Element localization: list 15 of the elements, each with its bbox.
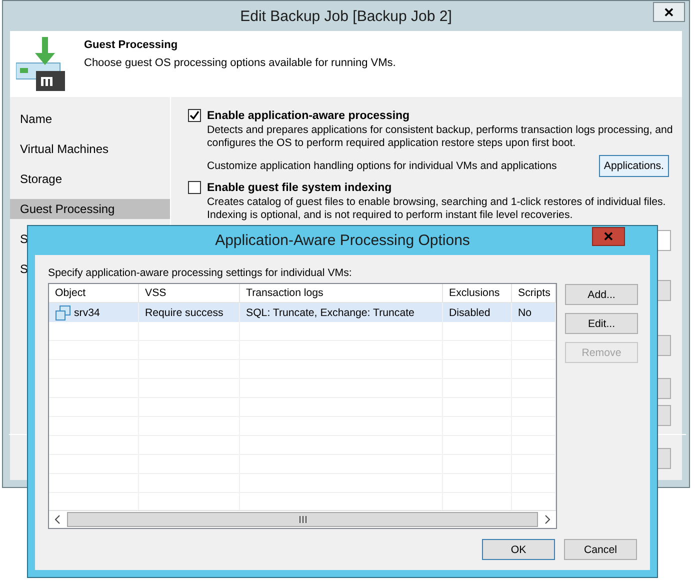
dialog-title: Application-Aware Processing Options (215, 232, 470, 249)
option-description: Detects and prepares applications for consistent backup, performs transaction logs processing, and configures the OS to perform required application restore steps upon first boot. (207, 124, 674, 150)
option-description: Creates catalog of guest files to enable browsing, searching and 1-click restores of individual files. Indexing is optional, and is not required to perform instant file level recoveries. (207, 196, 667, 222)
page-subtitle: Choose guest OS processing options available for running VMs. (84, 57, 396, 69)
option-label: Enable application-aware processing (207, 110, 410, 122)
table-cell: srv34 (49, 303, 139, 322)
table-cell: Require success (139, 303, 240, 322)
instruction-text: Specify application-aware processing settings for individual VMs: (48, 267, 353, 279)
table-cell: Disabled (443, 303, 512, 322)
window-title: Edit Backup Job [Backup Job 2] (240, 8, 452, 24)
page-title: Guest Processing (84, 39, 179, 51)
table-cell: No (512, 303, 556, 322)
option-label: Enable guest file system indexing (207, 182, 392, 194)
option-hint: Customize application handling options for individual VMs and applications (207, 160, 557, 172)
table-cell: SQL: Truncate, Exchange: Truncate (240, 303, 443, 322)
